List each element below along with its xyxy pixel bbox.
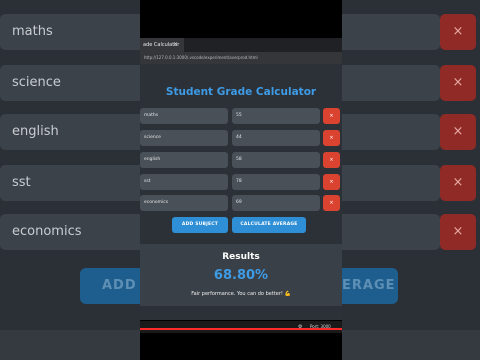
performance-message: Fair performance. You can do better! 💪: [191, 291, 291, 297]
gear-icon[interactable]: ⚙: [298, 321, 302, 333]
subject-row: maths 55 ×: [140, 108, 342, 124]
subject-row: science 44 ×: [140, 130, 342, 146]
bg-delete-button: ×: [440, 165, 476, 201]
subject-row: sst 78 ×: [140, 174, 342, 190]
score-input[interactable]: 78: [232, 174, 320, 190]
tab-bar: ade Calculator ✕: [140, 38, 342, 52]
subject-name-input[interactable]: economics: [140, 195, 228, 211]
bg-delete-button: ×: [440, 14, 476, 50]
video-progress-bar[interactable]: [140, 328, 342, 330]
bg-delete-button: ×: [440, 214, 476, 250]
delete-row-button[interactable]: ×: [323, 108, 340, 124]
average-value: 68.80%: [213, 268, 269, 283]
results-panel: Results 68.80% Fair performance. You can…: [140, 244, 342, 306]
browser-window: ade Calculator ✕ http://127.0.0.1:3000/.…: [140, 0, 342, 360]
close-icon[interactable]: ✕: [173, 38, 178, 52]
delete-row-button[interactable]: ×: [323, 174, 340, 190]
status-bar: ⚙ Port: 3000: [140, 321, 342, 333]
browser-tab[interactable]: ade Calculator ✕: [140, 38, 184, 52]
subject-name-input[interactable]: science: [140, 130, 228, 146]
grade-calculator-app: Student Grade Calculator maths 55 × scie…: [140, 64, 342, 320]
address-bar[interactable]: http://127.0.0.1:3000/.vscode/experiment…: [140, 52, 342, 64]
calculate-average-button[interactable]: CALCULATE AVERAGE: [232, 217, 306, 233]
delete-row-button[interactable]: ×: [323, 195, 340, 211]
video-progress-fill: [140, 328, 342, 330]
score-input[interactable]: 58: [232, 152, 320, 168]
subject-name-input[interactable]: maths: [140, 108, 228, 124]
subject-name-input[interactable]: english: [140, 152, 228, 168]
subject-row: english 58 ×: [140, 152, 342, 168]
port-status[interactable]: Port: 3000: [310, 321, 331, 333]
subject-row: economics 69 ×: [140, 195, 342, 211]
add-subject-button[interactable]: ADD SUBJECT: [172, 217, 228, 233]
bg-delete-button: ×: [440, 65, 476, 101]
bg-delete-button: ×: [440, 114, 476, 150]
score-input[interactable]: 69: [232, 195, 320, 211]
delete-row-button[interactable]: ×: [323, 152, 340, 168]
score-input[interactable]: 44: [232, 130, 320, 146]
results-title: Results: [222, 252, 260, 262]
delete-row-button[interactable]: ×: [323, 130, 340, 146]
subject-name-input[interactable]: sst: [140, 174, 228, 190]
page-title: Student Grade Calculator: [165, 86, 317, 98]
score-input[interactable]: 55: [232, 108, 320, 124]
